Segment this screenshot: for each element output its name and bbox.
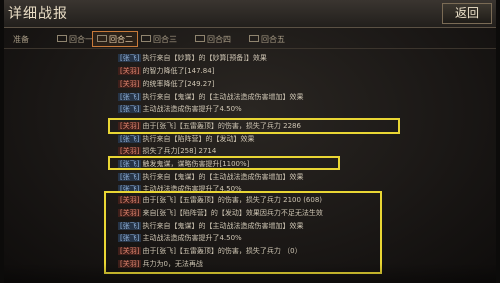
divider bbox=[0, 48, 500, 49]
bottom-shade bbox=[0, 263, 500, 283]
tab-label: 回合四 bbox=[207, 35, 231, 44]
tab-prepare[interactable]: 准备 bbox=[8, 31, 34, 47]
scroll-icon bbox=[97, 35, 107, 42]
log-line: [张飞] 执行来自【陷阵营】的【发动】效果 bbox=[118, 135, 255, 143]
highlight-box bbox=[108, 156, 340, 170]
battle-log[interactable]: [张飞] 执行来自【妙算】的【妙算[预备]】效果 [关羽] 的智力降低了[147.8… bbox=[0, 52, 500, 283]
battle-report-window: 详细战报 返回 准备 回合一 回合二 回合三 回合四 回合五 [张飞] 执行来自【… bbox=[0, 0, 500, 283]
page-title: 详细战报 bbox=[8, 6, 68, 22]
tab-round-2[interactable]: 回合二 bbox=[92, 31, 138, 47]
highlight-box bbox=[104, 191, 382, 274]
tab-round-3[interactable]: 回合三 bbox=[136, 31, 182, 47]
tab-label: 回合三 bbox=[153, 35, 177, 44]
log-line: [张飞] 执行来自【妙算】的【妙算[预备]】效果 bbox=[118, 54, 267, 62]
back-button[interactable]: 返回 bbox=[442, 3, 492, 24]
round-tabs: 准备 回合一 回合二 回合三 回合四 回合五 bbox=[0, 30, 500, 48]
highlight-box bbox=[108, 118, 400, 134]
tab-round-4[interactable]: 回合四 bbox=[190, 31, 236, 47]
log-line: [关羽] 损失了兵力[258] 2714 bbox=[118, 147, 217, 155]
scroll-icon bbox=[141, 35, 151, 42]
scroll-icon bbox=[195, 35, 205, 42]
tab-round-5[interactable]: 回合五 bbox=[244, 31, 290, 47]
left-edge bbox=[0, 0, 4, 283]
log-line: [张飞] 主动战法造成伤害提升了4.50% bbox=[118, 105, 242, 113]
log-line: [关羽] 的智力降低了[147.84] bbox=[118, 67, 215, 75]
title-bar: 详细战报 返回 bbox=[0, 0, 500, 28]
scroll-icon bbox=[249, 35, 259, 42]
scroll-icon bbox=[57, 35, 67, 42]
tab-label: 回合五 bbox=[261, 35, 285, 44]
tab-label: 回合二 bbox=[109, 35, 133, 44]
tab-label: 准备 bbox=[13, 35, 29, 44]
tab-label: 回合一 bbox=[69, 35, 93, 44]
right-edge bbox=[496, 0, 500, 283]
log-line: [关羽] 的统率降低了[249.27] bbox=[118, 80, 215, 88]
log-line: [张飞] 执行来自【鬼谋】的【主动战法造成伤害增加】效果 bbox=[118, 173, 304, 181]
log-line: [张飞] 执行来自【鬼谋】的【主动战法造成伤害增加】效果 bbox=[118, 93, 304, 101]
